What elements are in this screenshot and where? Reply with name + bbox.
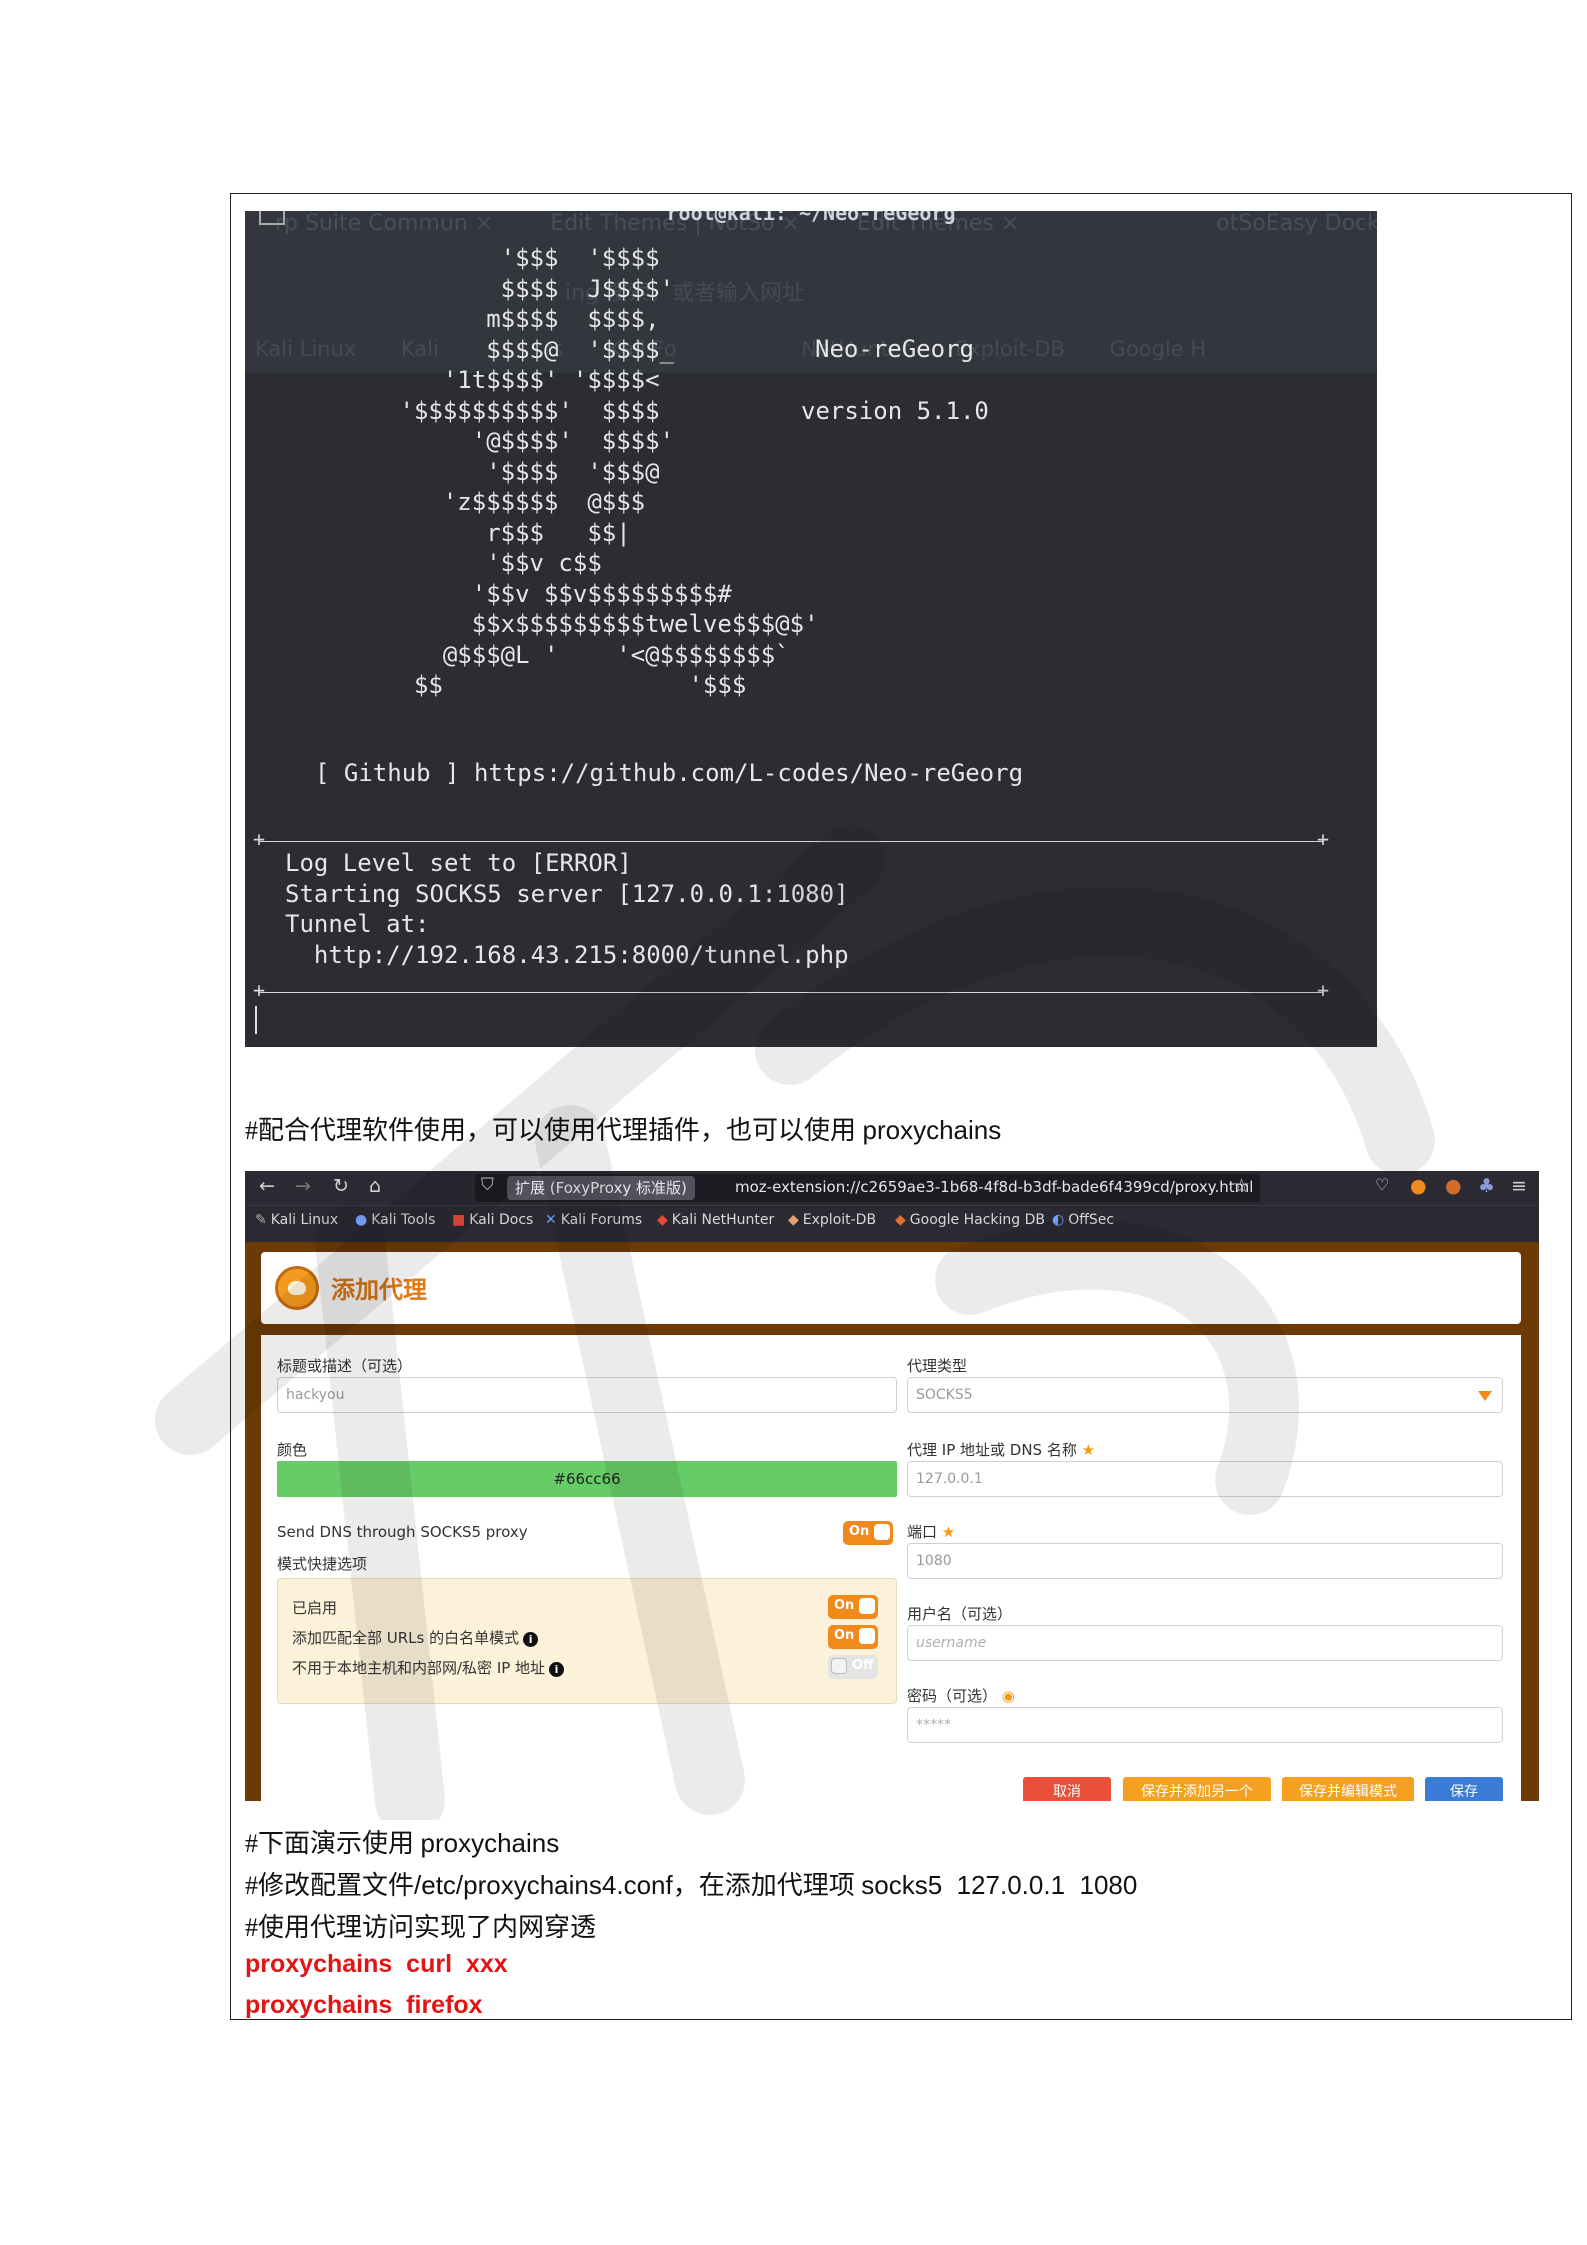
form-header: 添加代理 bbox=[261, 1252, 1521, 1324]
title-label: 标题或描述（可选） bbox=[277, 1357, 413, 1375]
command-firefox: proxychains firefox bbox=[245, 1991, 483, 2019]
corner-plus: + bbox=[253, 827, 266, 851]
home-icon[interactable]: ⌂ bbox=[369, 1175, 381, 1197]
chevron-down-icon bbox=[1478, 1391, 1492, 1401]
doc-paragraph-2: #下面演示使用 proxychains bbox=[245, 1828, 560, 1858]
divider-bottom bbox=[259, 992, 1323, 993]
port-input[interactable]: 1080 bbox=[907, 1543, 1503, 1579]
browser-window: ← → ↻ ⌂ ⛉ 扩展 (FoxyProxy 标准版) moz-extensi… bbox=[245, 1171, 1539, 1801]
corner-plus: + bbox=[253, 978, 266, 1002]
save-add-button[interactable]: 保存并添加另一个 bbox=[1123, 1777, 1271, 1801]
url-text[interactable]: moz-extension://c2659ae3-1b68-4f8d-b3df-… bbox=[735, 1178, 1253, 1196]
menu-icon[interactable]: ≡ bbox=[1511, 1175, 1527, 1197]
title-input[interactable]: hackyou bbox=[277, 1377, 897, 1413]
log-output: Log Level set to [ERROR] Starting SOCKS5… bbox=[285, 849, 849, 969]
app-version: version 5.1.0 bbox=[801, 397, 989, 425]
type-label: 代理类型 bbox=[907, 1357, 968, 1375]
github-line: [ Github ] https://github.com/L-codes/Ne… bbox=[315, 759, 1024, 787]
pocket-icon[interactable]: ♡ bbox=[1375, 1175, 1389, 1194]
local-toggle[interactable]: Off bbox=[828, 1655, 878, 1679]
save-edit-button[interactable]: 保存并编辑模式 bbox=[1282, 1777, 1414, 1801]
bookmark-item[interactable]: ✕ Kali Forums bbox=[545, 1212, 642, 1228]
back-icon[interactable]: ← bbox=[259, 1175, 275, 1197]
dns-label: Send DNS through SOCKS5 proxy bbox=[277, 1523, 528, 1541]
info-icon: i bbox=[523, 1632, 539, 1647]
extension-chip[interactable]: 扩展 (FoxyProxy 标准版) bbox=[507, 1176, 695, 1200]
enabled-label: 已启用 bbox=[292, 1599, 338, 1617]
reload-icon[interactable]: ↻ bbox=[333, 1175, 349, 1197]
doc-paragraph-1: #配合代理软件使用，可以使用代理插件，也可以使用 proxychains bbox=[245, 1115, 1002, 1145]
forward-icon[interactable]: → bbox=[295, 1175, 311, 1197]
corner-plus: + bbox=[1317, 978, 1330, 1002]
bookmark-item[interactable]: ◐ OffSec bbox=[1052, 1212, 1114, 1228]
mode-options-box: 已启用 On 添加匹配全部 URLs 的白名单模式 i On 不用于本地主机和内部… bbox=[277, 1578, 897, 1704]
cancel-button[interactable]: 取消 bbox=[1023, 1777, 1111, 1801]
terminal-cursor[interactable] bbox=[255, 1006, 257, 1034]
terminal-title: root@kali: ~/Neo-reGeorg bbox=[666, 211, 956, 225]
puzzle-icon[interactable]: ♣ bbox=[1478, 1175, 1495, 1197]
app-name: Neo-reGeorg bbox=[815, 335, 974, 363]
proxy-form: 标题或描述（可选） hackyou 颜色 #66cc66 Send DNS th… bbox=[261, 1335, 1521, 1801]
password-label: 密码（可选） ◉ bbox=[907, 1687, 1015, 1705]
color-picker[interactable]: #66cc66 bbox=[277, 1461, 897, 1497]
form-title: 添加代理 bbox=[331, 1276, 427, 1304]
bookmark-item[interactable]: ● Kali Tools bbox=[355, 1212, 435, 1228]
user-label: 用户名（可选） bbox=[907, 1605, 1013, 1623]
bookmark-item[interactable]: ■ Kali Docs bbox=[452, 1212, 533, 1228]
required-star-icon: ★ bbox=[941, 1523, 956, 1541]
type-select[interactable]: SOCKS5 bbox=[907, 1377, 1503, 1413]
enabled-toggle[interactable]: On bbox=[828, 1595, 878, 1619]
password-input[interactable]: ***** bbox=[907, 1707, 1503, 1743]
url-bar[interactable]: ⛉ 扩展 (FoxyProxy 标准版) moz-extension://c26… bbox=[475, 1174, 1260, 1202]
required-star-icon: ★ bbox=[1081, 1441, 1096, 1459]
bookmark-star-icon[interactable]: ☆ bbox=[1233, 1175, 1250, 1197]
doc-paragraph-4: #使用代理访问实现了内网穿透 bbox=[245, 1913, 597, 1942]
bookmarks-bar bbox=[245, 1205, 1539, 1242]
ip-label: 代理 IP 地址或 DNS 名称 ★ bbox=[907, 1441, 1096, 1459]
local-label: 不用于本地主机和内部网/私密 IP 地址 i bbox=[292, 1657, 565, 1678]
ascii-art: '$$$ '$$$$ $$$$ J$$$$' m$$$$ $$$$, $$$$@… bbox=[255, 244, 819, 699]
bookmark-item[interactable]: ◆ Exploit-DB bbox=[788, 1212, 876, 1228]
bookmark-item[interactable]: ◆ Kali NetHunter bbox=[657, 1212, 774, 1228]
divider-top bbox=[259, 841, 1323, 842]
mode-label: 模式快捷选项 bbox=[277, 1555, 368, 1573]
save-button[interactable]: 保存 bbox=[1425, 1777, 1503, 1801]
foxyproxy-icon[interactable]: ● bbox=[1410, 1175, 1427, 1197]
terminal-window: rp Suite Commun × Edit Themes | NotSo × … bbox=[245, 211, 1377, 1047]
eye-icon: ◉ bbox=[1001, 1687, 1015, 1705]
bookmark-item[interactable]: ✎ Kali Linux bbox=[255, 1212, 338, 1228]
foxyproxy-logo-icon bbox=[275, 1266, 319, 1310]
color-label: 颜色 bbox=[277, 1441, 308, 1459]
doc-paragraph-3: #修改配置文件/etc/proxychains4.conf，在添加代理项 soc… bbox=[245, 1870, 1138, 1900]
username-input[interactable]: username bbox=[907, 1625, 1503, 1661]
extension-icon[interactable]: ● bbox=[1445, 1175, 1462, 1197]
nav-bar: ← → ↻ ⌂ ⛉ 扩展 (FoxyProxy 标准版) moz-extensi… bbox=[245, 1171, 1539, 1205]
port-label: 端口 ★ bbox=[907, 1523, 956, 1541]
shield-icon[interactable]: ⛉ bbox=[481, 1175, 494, 1195]
ghost-bookmark: Google H bbox=[1109, 337, 1207, 361]
whitelist-toggle[interactable]: On bbox=[828, 1625, 878, 1649]
whitelist-label: 添加匹配全部 URLs 的白名单模式 i bbox=[292, 1627, 539, 1648]
info-icon: i bbox=[549, 1662, 565, 1677]
bookmark-item[interactable]: ◆ Google Hacking DB bbox=[895, 1212, 1045, 1228]
dns-toggle[interactable]: On bbox=[843, 1521, 893, 1545]
ip-input[interactable]: 127.0.0.1 bbox=[907, 1461, 1503, 1497]
corner-plus: + bbox=[1317, 827, 1330, 851]
command-curl: proxychains curl xxx bbox=[245, 1950, 508, 1978]
